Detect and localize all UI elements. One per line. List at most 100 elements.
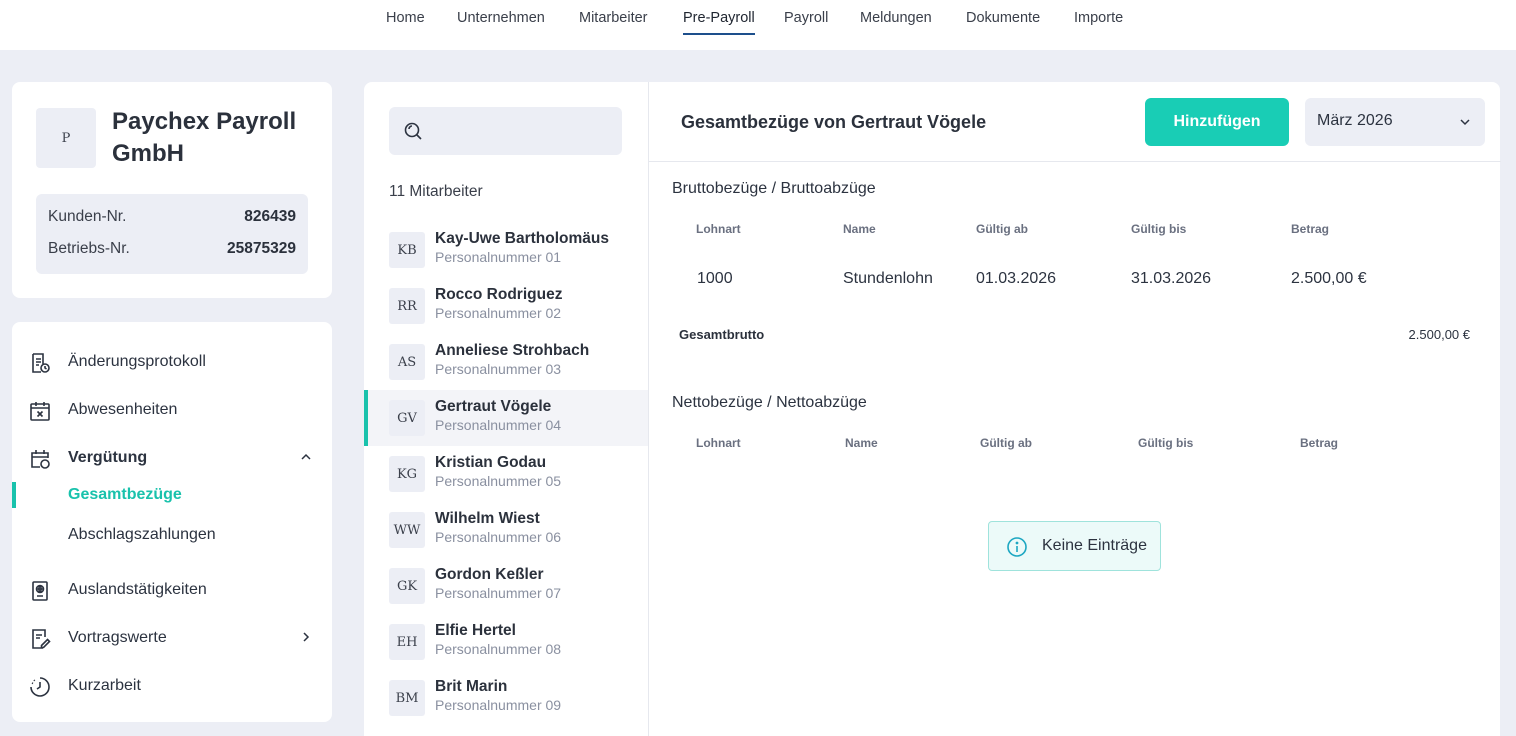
nav-mitarbeiter[interactable]: Mitarbeiter: [579, 10, 648, 26]
chevron-right-icon[interactable]: [298, 629, 314, 645]
submenu-label-total-pay: Gesamtbezüge: [68, 486, 182, 503]
employee-item[interactable]: BM Brit Marin Personalnummer 09: [364, 670, 648, 726]
employee-number: Personalnummer 07: [435, 585, 562, 601]
top-navigation: Home Unternehmen Mitarbeiter Pre-Payroll…: [0, 0, 1516, 50]
customer-number-value: 826439: [244, 208, 296, 225]
gross-col-amount: Betrag: [1291, 222, 1330, 236]
employee-avatar: WW: [389, 512, 425, 548]
business-number-row: Betriebs-Nr. 25875329: [48, 240, 296, 260]
employee-number: Personalnummer 02: [435, 305, 562, 321]
menu-item-absences[interactable]: Abwesenheiten: [12, 395, 332, 427]
calendar-coin-icon: [31, 450, 50, 469]
info-icon: [1007, 537, 1027, 557]
menu-item-short-time[interactable]: Kurzarbeit: [12, 671, 332, 703]
gross-col-valid-to: Gültig bis: [1131, 222, 1187, 236]
protocol-icon: [32, 353, 50, 373]
employee-avatar: GV: [389, 400, 425, 436]
gross-col-valid-from: Gültig ab: [976, 222, 1028, 236]
submenu-label-advances: Abschlagszahlungen: [68, 526, 216, 543]
gross-col-lohnart: Lohnart: [696, 222, 741, 236]
empty-state-label: Keine Einträge: [1042, 537, 1147, 554]
employee-item[interactable]: RR Rocco Rodriguez Personalnummer 02: [364, 278, 648, 334]
nav-importe[interactable]: Importe: [1074, 10, 1123, 26]
menu-item-protocol[interactable]: Änderungsprotokoll: [12, 347, 332, 379]
submenu-item-advances[interactable]: Abschlagszahlungen: [12, 522, 332, 548]
employee-avatar: KB: [389, 232, 425, 268]
nav-home[interactable]: Home: [386, 10, 425, 26]
employee-item[interactable]: WW Wilhelm Wiest Personalnummer 06: [364, 502, 648, 558]
chevron-up-icon[interactable]: [298, 449, 314, 465]
net-section-title: Nettobezüge / Nettoabzüge: [672, 394, 867, 411]
calendar-x-icon: [30, 402, 50, 421]
month-select[interactable]: März 2026: [1305, 98, 1485, 146]
cell-name: Stundenlohn: [843, 270, 933, 287]
add-button[interactable]: Hinzufügen: [1145, 98, 1289, 146]
employee-number: Personalnummer 03: [435, 361, 562, 377]
employee-name: Kay-Uwe Bartholomäus: [435, 230, 609, 247]
cell-valid-from: 01.03.2026: [976, 270, 1057, 287]
gross-col-name: Name: [843, 222, 876, 236]
menu-label-short-time: Kurzarbeit: [68, 677, 141, 694]
employee-number: Personalnummer 01: [435, 249, 562, 265]
employee-item[interactable]: EH Elfie Hertel Personalnummer 08: [364, 614, 648, 670]
employee-count: 11 Mitarbeiter: [389, 183, 483, 200]
employee-item[interactable]: KG Kristian Godau Personalnummer 05: [364, 446, 648, 502]
menu-item-abroad[interactable]: Auslandstätigkeiten: [12, 575, 332, 607]
employee-name: Gertraut Vögele: [435, 398, 552, 415]
employee-name: Anneliese Strohbach: [435, 342, 590, 359]
nav-meldungen[interactable]: Meldungen: [860, 10, 932, 26]
edit-document-icon: [32, 629, 51, 649]
company-name: Paychex Payroll GmbH: [112, 108, 297, 167]
employee-search[interactable]: [389, 107, 622, 155]
gross-total-label: Gesamtbrutto: [679, 327, 765, 342]
employee-name: Brit Marin: [435, 678, 508, 695]
net-col-valid-to: Gültig bis: [1138, 436, 1194, 450]
page-title: Gesamtbezüge von Gertraut Vögele: [681, 112, 987, 132]
passport-icon: [32, 581, 48, 601]
cell-valid-to: 31.03.2026: [1131, 270, 1212, 287]
net-col-amount: Betrag: [1300, 436, 1339, 450]
employee-item-selected[interactable]: GV Gertraut Vögele Personalnummer 04: [364, 390, 648, 446]
company-avatar: P: [36, 108, 96, 168]
employee-item[interactable]: GK Gordon Keßler Personalnummer 07: [364, 558, 648, 614]
customer-number-row: Kunden-Nr. 826439: [48, 208, 296, 228]
nav-dokumente[interactable]: Dokumente: [966, 10, 1040, 26]
net-col-name: Name: [845, 436, 878, 450]
gross-total-value: 2.500,00 €: [1408, 327, 1470, 342]
company-info: Kunden-Nr. 826439 Betriebs-Nr. 25875329: [36, 194, 308, 274]
search-icon: [404, 122, 422, 140]
menu-label-absences: Abwesenheiten: [68, 401, 178, 418]
cell-amount: 2.500,00 €: [1291, 270, 1367, 287]
nav-payroll[interactable]: Payroll: [784, 10, 828, 26]
employee-avatar: KG: [389, 456, 425, 492]
chevron-down-icon: [1460, 119, 1470, 126]
main-panel: Gesamtbezüge von Gertraut Vögele Hinzufü…: [648, 82, 1501, 736]
menu-item-compensation[interactable]: Vergütung: [12, 443, 332, 475]
employee-item[interactable]: KB Kay-Uwe Bartholomäus Personalnummer 0…: [364, 222, 648, 278]
employee-name: Rocco Rodriguez: [435, 286, 563, 303]
nav-unternehmen[interactable]: Unternehmen: [457, 10, 545, 26]
employee-name: Wilhelm Wiest: [435, 510, 540, 527]
employee-name: Gordon Keßler: [435, 566, 544, 583]
menu-label-carryover: Vortragswerte: [68, 629, 167, 646]
employee-number: Personalnummer 08: [435, 641, 562, 657]
side-menu: Änderungsprotokoll Abwesenheiten Vergütu…: [12, 322, 332, 722]
menu-item-carryover[interactable]: Vortragswerte: [12, 623, 332, 655]
business-number-value: 25875329: [227, 240, 296, 257]
submenu-item-total-pay[interactable]: Gesamtbezüge: [12, 482, 332, 508]
employee-avatar: BM: [389, 680, 425, 716]
menu-label-compensation: Vergütung: [68, 449, 148, 466]
employee-number: Personalnummer 05: [435, 473, 562, 489]
gross-section-title: Bruttobezüge / Bruttoabzüge: [672, 180, 876, 197]
employee-number: Personalnummer 09: [435, 697, 562, 713]
employee-name: Kristian Godau: [435, 454, 547, 471]
main-header: Gesamtbezüge von Gertraut Vögele Hinzufü…: [649, 82, 1501, 162]
month-select-value: März 2026: [1317, 112, 1393, 129]
empty-state: Keine Einträge: [988, 521, 1161, 571]
timer-icon: [30, 677, 50, 697]
search-input[interactable]: [433, 115, 613, 147]
employee-item[interactable]: AS Anneliese Strohbach Personalnummer 03: [364, 334, 648, 390]
net-col-valid-from: Gültig ab: [980, 436, 1032, 450]
menu-label-protocol: Änderungsprotokoll: [68, 353, 206, 370]
nav-pre-payroll[interactable]: Pre-Payroll: [683, 10, 755, 35]
